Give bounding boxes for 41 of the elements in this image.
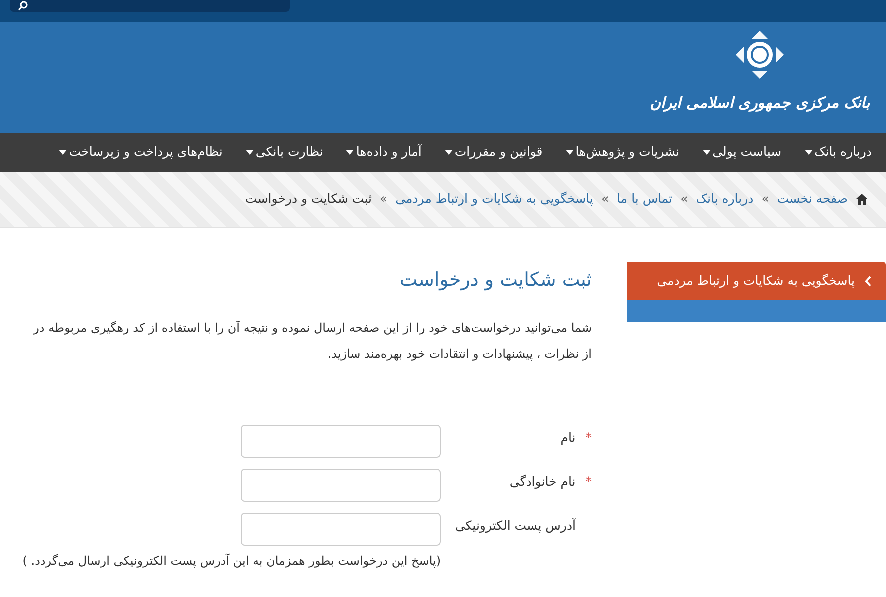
nav-menu-item[interactable]: آمار و داده‌ها xyxy=(346,143,422,162)
caret-icon xyxy=(444,150,453,155)
caret-icon xyxy=(246,150,254,155)
breadcrumb-separator: » xyxy=(380,190,388,208)
breadcrumb-link[interactable]: درباره بانک xyxy=(696,190,754,209)
logo-text: بانک مرکزی جمهوری اسلامی ایران xyxy=(650,93,870,114)
search-field[interactable] xyxy=(10,0,290,12)
caret-icon xyxy=(59,150,68,155)
caret-icon xyxy=(346,150,354,155)
breadcrumb-link[interactable]: پاسخگویی به شکایات و ارتباط مردمی xyxy=(396,190,594,209)
field-label: آدرس پست الکترونیکی xyxy=(455,516,576,535)
breadcrumb-link[interactable]: صفحه نخست xyxy=(777,190,848,209)
sidebar-heading[interactable]: پاسخگویی به شکایات و ارتباط مردمی xyxy=(627,262,886,300)
search-icon xyxy=(18,1,28,11)
breadcrumb-separator: » xyxy=(601,190,610,208)
nav-menu-item[interactable]: نشریات و پژوهش‌ها xyxy=(566,143,680,162)
nav-menu-item[interactable]: درباره بانک xyxy=(804,143,872,162)
nav-menu-item[interactable]: نظام‌های پرداخت و زیرساخت xyxy=(59,143,223,162)
caret-icon xyxy=(566,150,574,155)
breadcrumb-separator: » xyxy=(762,190,770,208)
caret-icon xyxy=(702,150,711,155)
breadcrumb-link[interactable]: تماس با ما xyxy=(617,190,673,209)
intro-text: شما می‌توانید درخواست‌های خود را از این صفحه ارسال نموده و نتیجه آن را با استفاده از کد رهگیری مربوطه در xyxy=(34,320,592,337)
page-title: ثبت شکایت و درخواست xyxy=(398,268,592,293)
field-label: نام xyxy=(560,428,576,447)
caret-icon xyxy=(804,150,813,155)
nav-menu-item[interactable]: سیاست پولی xyxy=(702,143,782,162)
field-label: نام خانوادگی xyxy=(510,472,576,491)
required-mark: * xyxy=(586,472,592,490)
input-field[interactable] xyxy=(241,468,441,502)
required-mark: * xyxy=(586,428,592,446)
email-note: (پاسخ این درخواست بطور همزمان به این آدرس پست الکترونیکی ارسال می‌گردد. ) xyxy=(22,552,441,570)
intro-text: از نظرات ، پیشنهادات و انتقادات خود بهره‌مند سازید. xyxy=(328,346,592,363)
nav-menu-item[interactable]: نظارت بانکی xyxy=(246,143,324,162)
input-field[interactable] xyxy=(241,512,441,546)
nav-menu-item[interactable]: قوانین و مقررات xyxy=(444,143,543,162)
breadcrumb-separator: » xyxy=(680,190,688,208)
home-icon xyxy=(856,194,868,205)
input-field[interactable] xyxy=(241,424,441,458)
chevron-icon xyxy=(865,276,872,286)
breadcrumb-current: ثبت شکایت و درخواست xyxy=(246,190,372,208)
